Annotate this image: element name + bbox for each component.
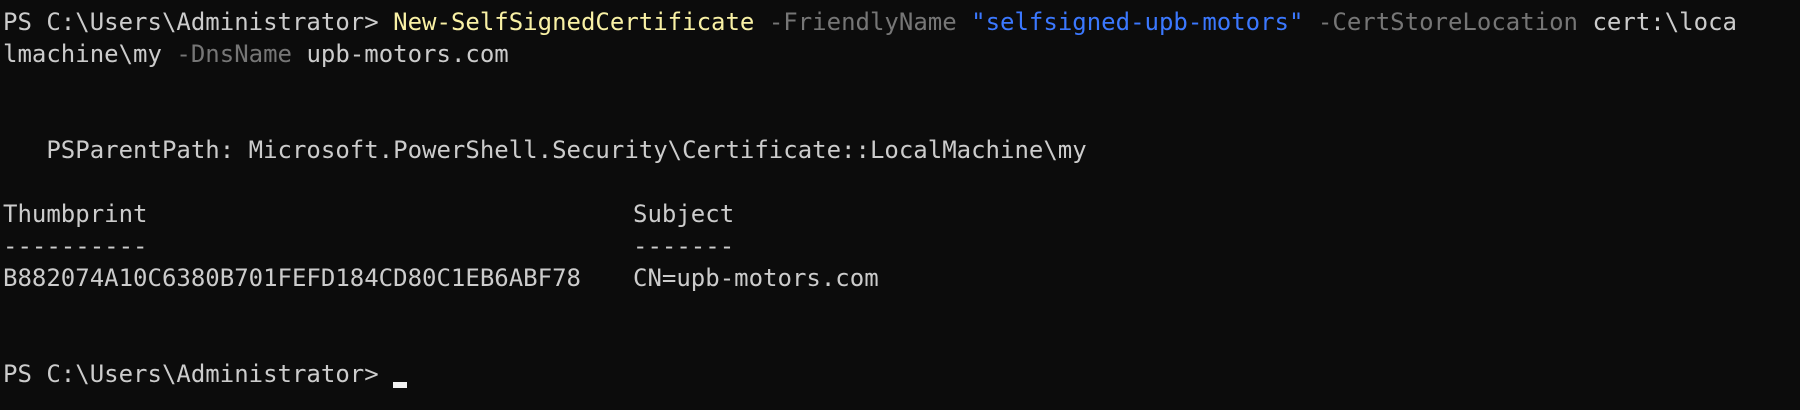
table-cell-subject: CN=upb-motors.com [633, 264, 879, 292]
friendlyname-param: -FriendlyName [768, 8, 957, 36]
prompt-text: PS C:\Users\Administrator> [3, 360, 379, 388]
table-cell-thumbprint: B882074A10C6380B701FEFD184CD80C1EB6ABF78 [3, 264, 581, 292]
certstorelocation-param: -CertStoreLocation [1317, 8, 1579, 36]
table-separator-thumbprint: ---------- [3, 232, 148, 260]
command-line: PS C:\Users\Administrator> New-SelfSigne… [3, 6, 1737, 38]
prompt-text: PS C:\Users\Administrator> [3, 8, 379, 36]
dnsname-value: upb-motors.com [306, 40, 509, 68]
text-cursor [393, 382, 408, 388]
table-header-subject: Subject [633, 200, 735, 228]
table-header-thumbprint: Thumbprint [3, 200, 148, 228]
powershell-terminal[interactable]: PS C:\Users\Administrator> New-SelfSigne… [0, 0, 1800, 410]
certstorelocation-value-part2: lmachine\my [3, 40, 162, 68]
table-separator-subject: ------- [633, 232, 735, 260]
cmdlet-name: New-SelfSignedCertificate [393, 8, 755, 36]
ps-parent-path: PSParentPath: Microsoft.PowerShell.Secur… [3, 136, 1087, 164]
command-line-continuation: lmachine\my -DnsName upb-motors.com [3, 38, 509, 70]
friendlyname-value: "selfsigned-upb-motors" [971, 8, 1304, 36]
dnsname-param: -DnsName [176, 40, 292, 68]
certstorelocation-value-part1: cert:\loca [1592, 8, 1737, 36]
prompt-line[interactable]: PS C:\Users\Administrator> [3, 358, 408, 390]
